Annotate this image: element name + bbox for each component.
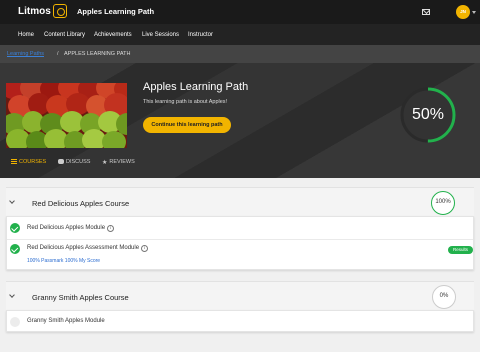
learning-path-title: Apples Learning Path — [143, 81, 249, 93]
check-icon — [10, 223, 20, 233]
breadcrumb: Learning Paths / APPLES LEARNING PATH — [0, 45, 480, 63]
caret-down-icon[interactable] — [472, 11, 476, 14]
litmos-logo-icon — [53, 4, 67, 18]
module-row[interactable]: Red Delicious Apples Module i — [7, 217, 473, 240]
tab-courses[interactable]: COURSES — [11, 159, 46, 165]
nav-achievements[interactable]: Achievements — [94, 32, 132, 38]
star-icon: ★ — [102, 160, 108, 166]
continue-learning-path-button[interactable]: Continue this learning path — [143, 117, 231, 133]
course-progress: 0% — [432, 285, 456, 309]
tab-reviews[interactable]: ★ REVIEWS — [102, 159, 135, 166]
module-title[interactable]: Red Delicious Apples Assessment Module i — [27, 245, 149, 252]
tab-courses-label: COURSES — [19, 159, 47, 165]
check-icon — [10, 244, 20, 254]
chevron-down-icon[interactable] — [9, 292, 15, 298]
info-icon[interactable]: i — [141, 245, 149, 252]
breadcrumb-current: APPLES LEARNING PATH — [64, 51, 131, 57]
results-badge[interactable]: Results — [448, 246, 473, 254]
chat-icon — [58, 159, 64, 164]
course-title[interactable]: Red Delicious Apples Course — [32, 199, 129, 208]
nav-content-library[interactable]: Content Library — [44, 32, 85, 38]
tab-reviews-label: REVIEWS — [109, 159, 135, 165]
info-icon[interactable]: i — [107, 225, 115, 232]
score-text: 100% Passmark 100% My Score — [27, 258, 101, 264]
course-progress: 100% — [431, 191, 455, 215]
course-header-granny-smith[interactable]: Granny Smith Apples Course 0% — [6, 281, 474, 310]
empty-check-icon — [10, 317, 20, 327]
course-title[interactable]: Granny Smith Apples Course — [32, 293, 129, 302]
hero-banner: Apples Learning Path This learning path … — [0, 63, 480, 178]
list-icon — [11, 159, 17, 164]
tab-discuss-label: DISCUSS — [66, 159, 91, 165]
module-title[interactable]: Red Delicious Apples Module i — [27, 225, 115, 232]
avatar[interactable]: JN — [456, 5, 470, 19]
module-row[interactable]: Red Delicious Apples Assessment Module i … — [7, 240, 473, 271]
page-title: Apples Learning Path — [77, 7, 155, 16]
brand-name[interactable]: Litmos — [18, 6, 51, 17]
course-header-red-delicious[interactable]: Red Delicious Apples Course 100% — [6, 187, 474, 216]
tab-discuss[interactable]: DISCUSS — [58, 159, 90, 165]
learning-path-description: This learning path is about Apples! — [143, 99, 228, 105]
module-title[interactable]: Granny Smith Apples Module — [27, 318, 105, 324]
nav-instructor[interactable]: Instructor — [188, 32, 213, 38]
course-modules: Red Delicious Apples Module i Red Delicio… — [6, 216, 474, 270]
apples-image — [6, 83, 127, 148]
course-modules: Granny Smith Apples Module — [6, 310, 474, 332]
main-nav: Home Content Library Achievements Live S… — [0, 24, 480, 45]
breadcrumb-link[interactable]: Learning Paths — [7, 51, 44, 57]
nav-live-sessions[interactable]: Live Sessions — [142, 32, 179, 38]
top-bar: Litmos Apples Learning Path JN — [0, 0, 480, 24]
module-row[interactable]: Granny Smith Apples Module — [7, 311, 473, 333]
mail-icon[interactable] — [422, 9, 430, 15]
nav-home[interactable]: Home — [18, 32, 34, 38]
breadcrumb-separator: / — [57, 51, 59, 57]
progress-percent: 50% — [411, 106, 445, 123]
chevron-down-icon[interactable] — [9, 198, 15, 204]
